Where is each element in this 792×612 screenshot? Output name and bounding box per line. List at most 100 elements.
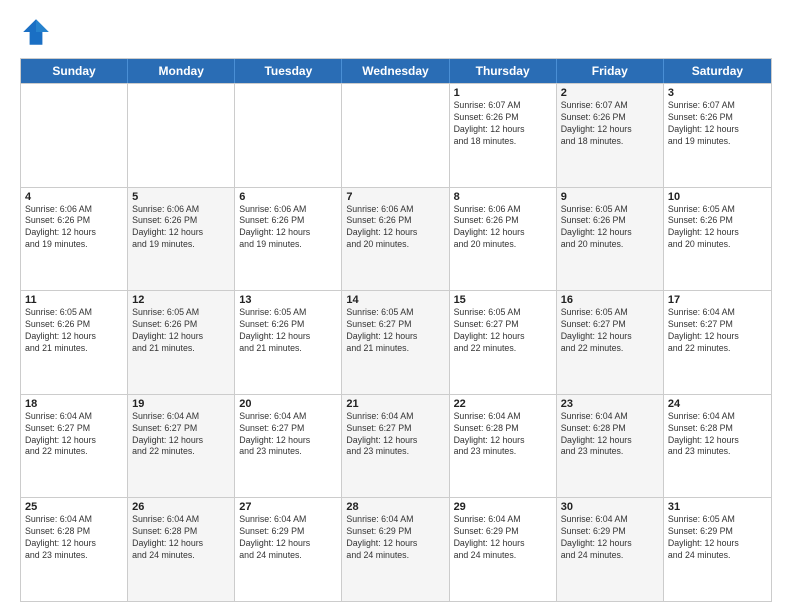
day-number: 8 [454,191,552,203]
day-info: Sunrise: 6:05 AM Sunset: 6:27 PM Dayligh… [454,307,552,355]
calendar: SundayMondayTuesdayWednesdayThursdayFrid… [20,58,772,602]
day-info: Sunrise: 6:04 AM Sunset: 6:29 PM Dayligh… [239,514,337,562]
day-number: 3 [668,87,767,99]
header-day-friday: Friday [557,59,664,83]
header-day-saturday: Saturday [664,59,771,83]
day-info: Sunrise: 6:04 AM Sunset: 6:28 PM Dayligh… [454,411,552,459]
header-day-tuesday: Tuesday [235,59,342,83]
calendar-cell: 11Sunrise: 6:05 AM Sunset: 6:26 PM Dayli… [21,291,128,394]
calendar-cell: 14Sunrise: 6:05 AM Sunset: 6:27 PM Dayli… [342,291,449,394]
day-info: Sunrise: 6:05 AM Sunset: 6:26 PM Dayligh… [25,307,123,355]
calendar-cell: 27Sunrise: 6:04 AM Sunset: 6:29 PM Dayli… [235,498,342,601]
header-day-wednesday: Wednesday [342,59,449,83]
day-info: Sunrise: 6:04 AM Sunset: 6:27 PM Dayligh… [239,411,337,459]
calendar-row-3: 11Sunrise: 6:05 AM Sunset: 6:26 PM Dayli… [21,290,771,394]
calendar-body: 1Sunrise: 6:07 AM Sunset: 6:26 PM Daylig… [21,83,771,601]
day-info: Sunrise: 6:06 AM Sunset: 6:26 PM Dayligh… [239,204,337,252]
calendar-cell: 31Sunrise: 6:05 AM Sunset: 6:29 PM Dayli… [664,498,771,601]
day-info: Sunrise: 6:07 AM Sunset: 6:26 PM Dayligh… [454,100,552,148]
day-info: Sunrise: 6:04 AM Sunset: 6:28 PM Dayligh… [561,411,659,459]
day-number: 11 [25,294,123,306]
day-number: 6 [239,191,337,203]
calendar-cell: 5Sunrise: 6:06 AM Sunset: 6:26 PM Daylig… [128,188,235,291]
calendar-cell: 16Sunrise: 6:05 AM Sunset: 6:27 PM Dayli… [557,291,664,394]
header-day-thursday: Thursday [450,59,557,83]
calendar-cell: 26Sunrise: 6:04 AM Sunset: 6:28 PM Dayli… [128,498,235,601]
calendar-cell: 7Sunrise: 6:06 AM Sunset: 6:26 PM Daylig… [342,188,449,291]
day-info: Sunrise: 6:04 AM Sunset: 6:28 PM Dayligh… [668,411,767,459]
day-number: 10 [668,191,767,203]
calendar-cell: 29Sunrise: 6:04 AM Sunset: 6:29 PM Dayli… [450,498,557,601]
day-info: Sunrise: 6:05 AM Sunset: 6:26 PM Dayligh… [239,307,337,355]
calendar-cell: 9Sunrise: 6:05 AM Sunset: 6:26 PM Daylig… [557,188,664,291]
day-info: Sunrise: 6:04 AM Sunset: 6:27 PM Dayligh… [668,307,767,355]
day-number: 29 [454,501,552,513]
calendar-cell: 24Sunrise: 6:04 AM Sunset: 6:28 PM Dayli… [664,395,771,498]
calendar-cell [235,84,342,187]
calendar-cell: 6Sunrise: 6:06 AM Sunset: 6:26 PM Daylig… [235,188,342,291]
day-number: 25 [25,501,123,513]
day-info: Sunrise: 6:05 AM Sunset: 6:27 PM Dayligh… [561,307,659,355]
day-number: 23 [561,398,659,410]
header-day-sunday: Sunday [21,59,128,83]
day-number: 18 [25,398,123,410]
calendar-row-4: 18Sunrise: 6:04 AM Sunset: 6:27 PM Dayli… [21,394,771,498]
day-info: Sunrise: 6:04 AM Sunset: 6:27 PM Dayligh… [25,411,123,459]
header [20,16,772,48]
calendar-cell: 18Sunrise: 6:04 AM Sunset: 6:27 PM Dayli… [21,395,128,498]
calendar-cell: 30Sunrise: 6:04 AM Sunset: 6:29 PM Dayli… [557,498,664,601]
calendar-cell: 2Sunrise: 6:07 AM Sunset: 6:26 PM Daylig… [557,84,664,187]
day-info: Sunrise: 6:06 AM Sunset: 6:26 PM Dayligh… [132,204,230,252]
day-info: Sunrise: 6:06 AM Sunset: 6:26 PM Dayligh… [454,204,552,252]
day-number: 31 [668,501,767,513]
day-number: 4 [25,191,123,203]
calendar-cell: 25Sunrise: 6:04 AM Sunset: 6:28 PM Dayli… [21,498,128,601]
calendar-cell: 20Sunrise: 6:04 AM Sunset: 6:27 PM Dayli… [235,395,342,498]
day-number: 24 [668,398,767,410]
calendar-cell: 13Sunrise: 6:05 AM Sunset: 6:26 PM Dayli… [235,291,342,394]
day-number: 17 [668,294,767,306]
day-number: 12 [132,294,230,306]
day-info: Sunrise: 6:05 AM Sunset: 6:26 PM Dayligh… [668,204,767,252]
day-number: 19 [132,398,230,410]
calendar-cell: 23Sunrise: 6:04 AM Sunset: 6:28 PM Dayli… [557,395,664,498]
day-info: Sunrise: 6:07 AM Sunset: 6:26 PM Dayligh… [561,100,659,148]
day-number: 30 [561,501,659,513]
day-info: Sunrise: 6:04 AM Sunset: 6:27 PM Dayligh… [346,411,444,459]
header-day-monday: Monday [128,59,235,83]
day-number: 22 [454,398,552,410]
calendar-cell: 17Sunrise: 6:04 AM Sunset: 6:27 PM Dayli… [664,291,771,394]
day-info: Sunrise: 6:04 AM Sunset: 6:28 PM Dayligh… [132,514,230,562]
day-number: 16 [561,294,659,306]
calendar-cell: 8Sunrise: 6:06 AM Sunset: 6:26 PM Daylig… [450,188,557,291]
day-number: 13 [239,294,337,306]
day-number: 2 [561,87,659,99]
day-info: Sunrise: 6:06 AM Sunset: 6:26 PM Dayligh… [346,204,444,252]
calendar-cell: 4Sunrise: 6:06 AM Sunset: 6:26 PM Daylig… [21,188,128,291]
day-info: Sunrise: 6:06 AM Sunset: 6:26 PM Dayligh… [25,204,123,252]
calendar-row-5: 25 Sunrise: 6:04 AM Sunset: 6:28 PM Dayli… [21,497,771,601]
calendar-row-1: 1Sunrise: 6:07 AM Sunset: 6:26 PM Daylig… [21,83,771,187]
logo [20,16,56,48]
calendar-cell [21,84,128,187]
day-number: 1 [454,87,552,99]
day-info: Sunrise: 6:05 AM Sunset: 6:27 PM Dayligh… [346,307,444,355]
day-number: 7 [346,191,444,203]
calendar-row-2: 4Sunrise: 6:06 AM Sunset: 6:26 PM Daylig… [21,187,771,291]
day-info: Sunrise: 6:05 AM Sunset: 6:26 PM Dayligh… [132,307,230,355]
day-number: 26 [132,501,230,513]
day-number: 27 [239,501,337,513]
page: SundayMondayTuesdayWednesdayThursdayFrid… [0,0,792,612]
day-info: Sunrise: 6:04 AM Sunset: 6:27 PM Dayligh… [132,411,230,459]
day-info: Sunrise: 6:05 AM Sunset: 6:26 PM Dayligh… [561,204,659,252]
calendar-cell: 28Sunrise: 6:04 AM Sunset: 6:29 PM Dayli… [342,498,449,601]
day-number: 14 [346,294,444,306]
day-info: Sunrise: 6:04 AM Sunset: 6:29 PM Dayligh… [561,514,659,562]
day-number: 9 [561,191,659,203]
day-info: Sunrise: 6:07 AM Sunset: 6:26 PM Dayligh… [668,100,767,148]
day-info: Sunrise: 6:04 AM Sunset: 6:29 PM Dayligh… [454,514,552,562]
day-number: 28 [346,501,444,513]
day-info: Sunrise: 6:05 AM Sunset: 6:29 PM Dayligh… [668,514,767,562]
calendar-cell: 12Sunrise: 6:05 AM Sunset: 6:26 PM Dayli… [128,291,235,394]
calendar-cell: 21Sunrise: 6:04 AM Sunset: 6:27 PM Dayli… [342,395,449,498]
